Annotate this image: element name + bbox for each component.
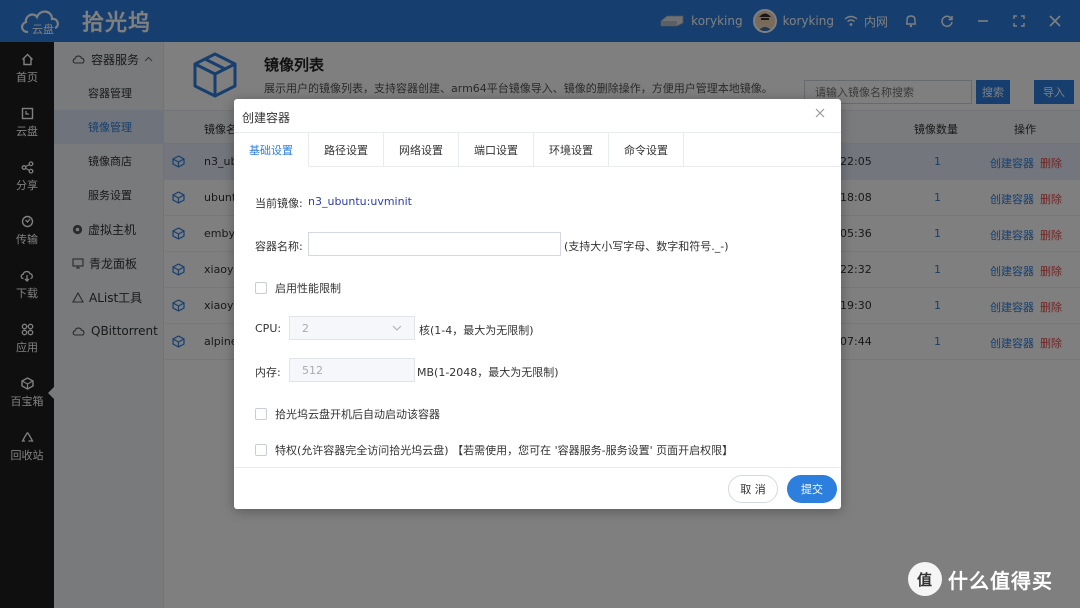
memory-label: 内存:	[255, 366, 281, 379]
tab-env[interactable]: 环境设置	[534, 133, 609, 167]
dialog-title: 创建容器	[242, 111, 291, 125]
tab-command[interactable]: 命令设置	[609, 133, 684, 167]
dialog-tabs: 基础设置 路径设置 网络设置 端口设置 环境设置 命令设置	[234, 133, 841, 167]
current-image-label: 当前镜像:	[255, 197, 303, 210]
cpu-hint: 核(1-4，最大为无限制)	[419, 324, 534, 337]
close-icon	[815, 108, 825, 118]
tab-network[interactable]: 网络设置	[384, 133, 459, 167]
submit-button[interactable]: 提交	[787, 475, 837, 503]
cpu-label: CPU:	[255, 322, 282, 335]
container-name-hint: (支持大小写字母、数字和符号._-)	[564, 240, 729, 253]
tab-basic[interactable]: 基础设置	[234, 133, 309, 167]
container-name-input[interactable]	[308, 232, 561, 256]
container-name-label: 容器名称:	[255, 240, 303, 253]
memory-hint: MB(1-2048，最大为无限制)	[417, 366, 559, 379]
autostart-checkbox[interactable]: 拾光坞云盘开机后自动启动该容器	[255, 406, 440, 422]
cpu-select[interactable]: 2	[289, 316, 415, 340]
dialog-close-button[interactable]	[815, 107, 825, 122]
current-image-value: n3_ubuntu:uvminit	[308, 195, 412, 208]
create-container-dialog: 创建容器 基础设置 路径设置 网络设置 端口设置 环境设置 命令设置 当前镜像:…	[234, 99, 841, 509]
chevron-down-icon	[392, 325, 402, 331]
watermark-badge: 值	[908, 562, 942, 596]
watermark-text: 什么值得买	[948, 568, 1053, 593]
tab-port[interactable]: 端口设置	[459, 133, 534, 167]
memory-input[interactable]: 512	[289, 358, 415, 382]
dialog-footer: 取 消 提交	[234, 467, 841, 509]
privileged-checkbox[interactable]: 特权(允许容器完全访问拾光坞云盘) 【若需使用，您可在 '容器服务-服务设置' …	[255, 442, 733, 458]
tab-path[interactable]: 路径设置	[309, 133, 384, 167]
cancel-button[interactable]: 取 消	[728, 475, 778, 503]
watermark: 值 什么值得买	[908, 562, 1053, 596]
perf-limit-checkbox[interactable]: 启用性能限制	[255, 280, 341, 296]
